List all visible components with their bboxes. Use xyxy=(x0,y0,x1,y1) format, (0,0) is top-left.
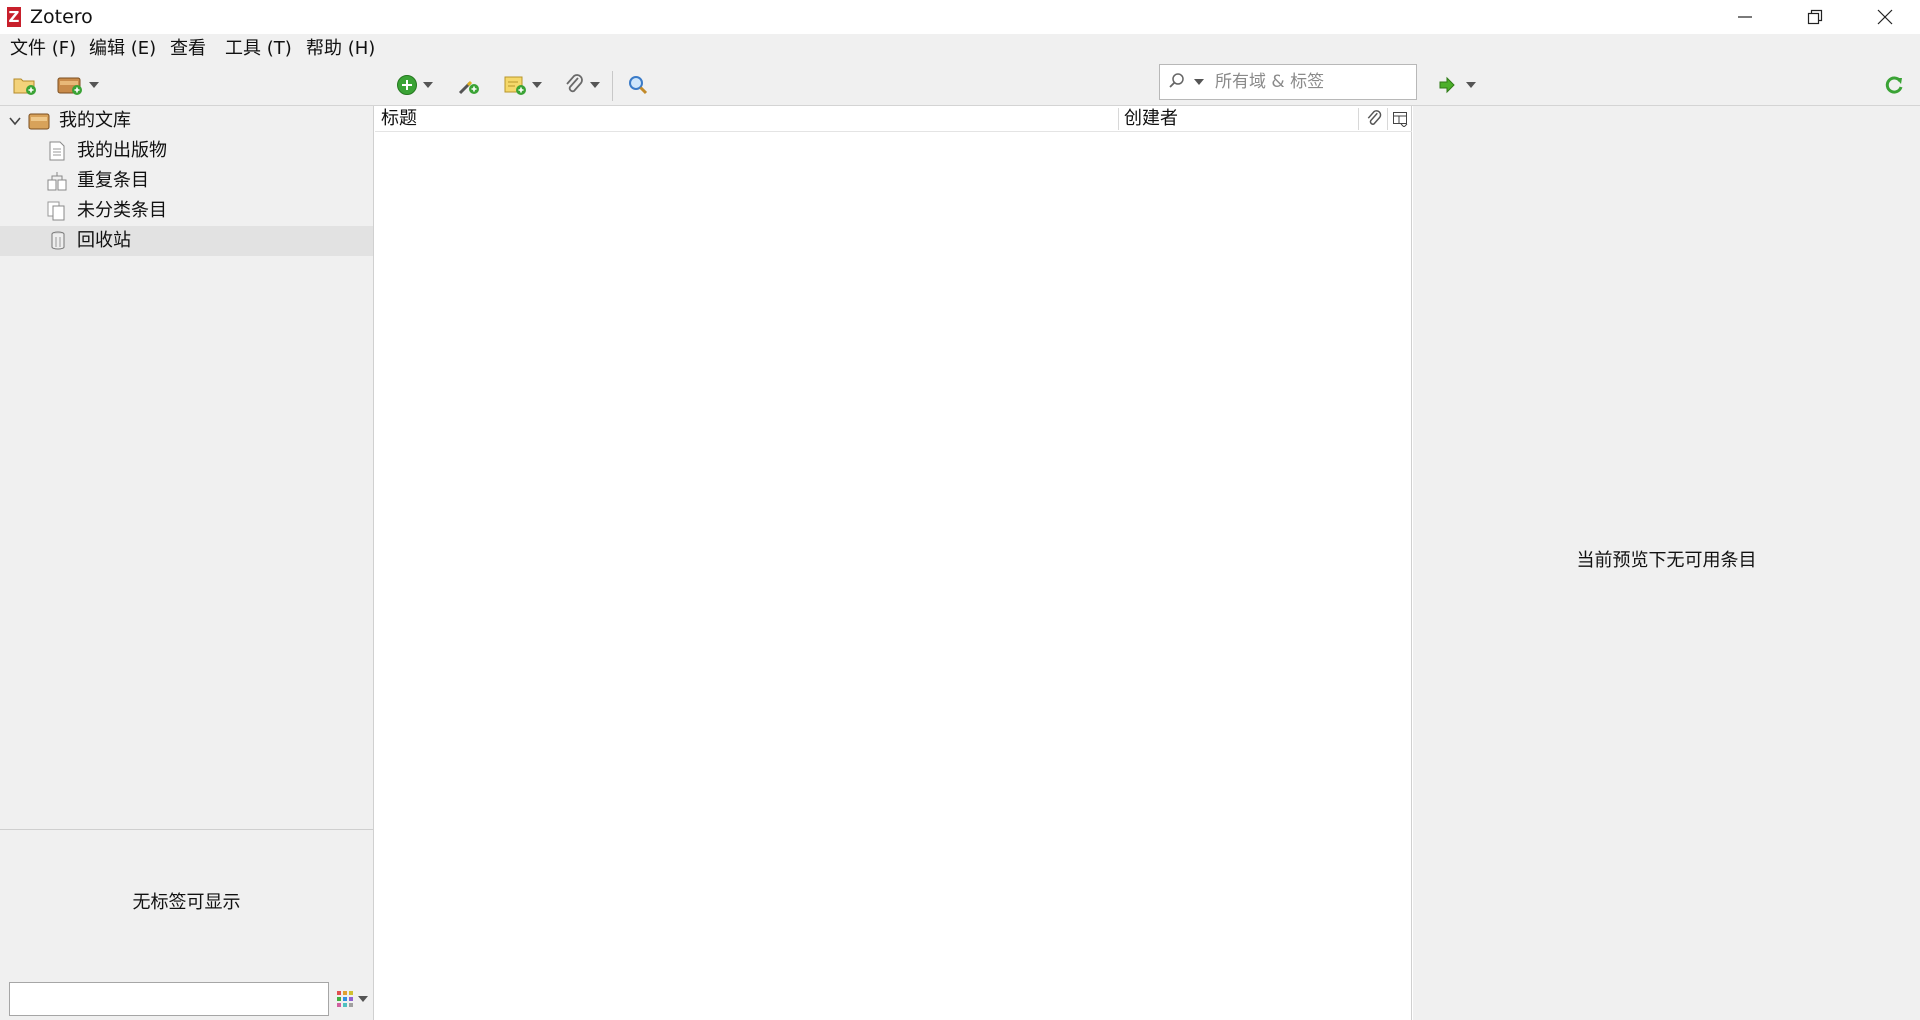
menu-view[interactable]: 查看 xyxy=(170,38,206,60)
color-grid-icon xyxy=(337,991,353,1007)
tag-pane-divider[interactable] xyxy=(0,829,373,830)
menu-tools[interactable]: 工具 (T) xyxy=(225,38,292,60)
search-box[interactable] xyxy=(1159,64,1417,100)
new-library-icon xyxy=(57,77,82,95)
toolbar-separator xyxy=(612,71,613,101)
minimize-button[interactable] xyxy=(1710,0,1780,34)
restore-icon xyxy=(1807,9,1823,25)
menu-bar: 文件 (F) 编辑 (E) 查看 工具 (T) 帮助 (H) xyxy=(0,34,1920,64)
close-button[interactable] xyxy=(1850,0,1920,34)
note-icon xyxy=(504,76,526,95)
item-details-pane: 当前预览下无可用条目 xyxy=(1413,106,1920,1020)
add-circle-icon xyxy=(397,75,417,95)
collections-pane: 我的文库 我的出版物 重复条目 未分类条目 回收站 无标签可显示 xyxy=(0,106,374,1020)
attachment-column-icon[interactable] xyxy=(1365,110,1383,128)
collection-duplicates[interactable]: 重复条目 xyxy=(0,166,373,196)
advanced-search-button[interactable] xyxy=(627,72,649,98)
zotero-logo-icon: Z xyxy=(7,7,21,27)
search-input[interactable] xyxy=(1215,71,1410,93)
locate-button[interactable] xyxy=(1438,72,1476,98)
chevron-down-icon xyxy=(590,82,600,88)
no-item-message: 当前预览下无可用条目 xyxy=(1576,550,1757,571)
column-divider[interactable] xyxy=(1387,108,1388,130)
column-divider[interactable] xyxy=(1118,108,1119,130)
collection-trash[interactable]: 回收站 xyxy=(0,226,373,256)
column-creator[interactable]: 创建者 xyxy=(1124,108,1178,130)
magic-wand-icon xyxy=(458,80,479,95)
column-title[interactable]: 标题 xyxy=(381,108,417,130)
title-bar: Z Zotero xyxy=(0,0,1920,34)
collection-my-library[interactable]: 我的文库 xyxy=(0,106,373,136)
collection-label: 我的出版物 xyxy=(77,140,167,161)
magnifier-icon xyxy=(629,76,648,95)
minimize-icon xyxy=(1738,16,1752,18)
collection-label: 回收站 xyxy=(77,230,131,251)
library-icon xyxy=(28,113,50,130)
chevron-down-icon xyxy=(423,82,433,88)
arrow-right-icon xyxy=(1439,76,1455,94)
close-icon xyxy=(1877,9,1893,25)
window-title: Zotero xyxy=(30,6,93,28)
new-item-button[interactable] xyxy=(396,72,433,98)
new-collection-button[interactable] xyxy=(12,72,38,98)
collection-unfiled[interactable]: 未分类条目 xyxy=(0,196,373,226)
add-attachment-button[interactable] xyxy=(563,72,600,98)
chevron-down-icon xyxy=(1466,82,1476,88)
column-divider[interactable] xyxy=(1358,108,1359,130)
no-tags-message: 无标签可显示 xyxy=(132,892,241,913)
chevron-down-icon[interactable] xyxy=(8,115,22,127)
toolbar xyxy=(0,64,1920,106)
items-pane[interactable]: 标题 创建者 xyxy=(375,106,1412,1020)
chevron-down-icon xyxy=(532,82,542,88)
add-by-identifier-button[interactable] xyxy=(456,72,480,98)
search-mode-dropdown-icon[interactable] xyxy=(1194,79,1204,85)
paperclip-icon xyxy=(566,74,583,93)
restore-button[interactable] xyxy=(1780,0,1850,34)
new-collection-icon xyxy=(13,78,36,95)
menu-help[interactable]: 帮助 (H) xyxy=(306,38,375,60)
chevron-down-icon xyxy=(358,996,368,1002)
new-note-button[interactable] xyxy=(503,72,542,98)
sync-icon xyxy=(1885,76,1903,94)
column-picker-icon[interactable] xyxy=(1392,111,1408,127)
trash-icon xyxy=(51,231,65,250)
menu-file[interactable]: 文件 (F) xyxy=(10,38,76,60)
collection-label: 重复条目 xyxy=(77,170,149,191)
publications-icon xyxy=(49,141,65,161)
search-icon xyxy=(1169,73,1184,88)
chevron-down-icon xyxy=(89,82,99,88)
unfiled-icon xyxy=(47,201,65,221)
collection-my-publications[interactable]: 我的出版物 xyxy=(0,136,373,166)
menu-edit[interactable]: 编辑 (E) xyxy=(89,38,156,60)
duplicates-icon xyxy=(47,172,67,191)
tag-filter-input[interactable] xyxy=(9,982,329,1016)
new-library-button[interactable] xyxy=(56,72,99,98)
collection-label: 我的文库 xyxy=(59,110,131,131)
items-header: 标题 创建者 xyxy=(375,106,1412,132)
collection-label: 未分类条目 xyxy=(77,200,167,221)
tag-selector-menu-button[interactable] xyxy=(336,988,370,1010)
sync-button[interactable] xyxy=(1883,72,1905,98)
